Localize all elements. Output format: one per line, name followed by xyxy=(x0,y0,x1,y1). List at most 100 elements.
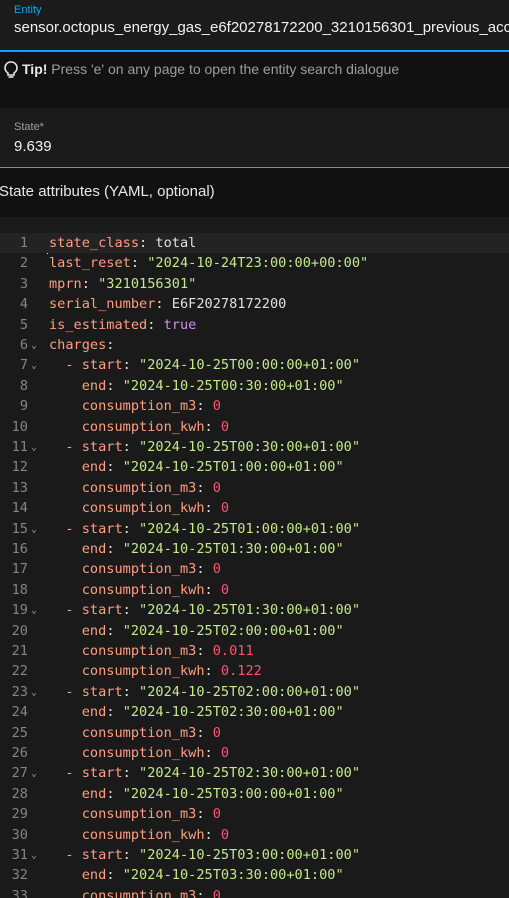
line-number: 15 xyxy=(11,520,28,537)
code-line[interactable]: 12 end: "2024-10-25T01:00:00+01:00" xyxy=(0,457,509,477)
yaml-value: E6F20278172200 xyxy=(171,296,287,313)
code-line[interactable]: 7 ⌄ - start: "2024-10-25T00:00:00+01:00" xyxy=(0,355,509,375)
yaml-key: state_class xyxy=(49,235,140,251)
yaml-editor[interactable]: 1 state_class: total 2 last_reset: "2024-10… xyxy=(0,217,509,898)
chevron-down-icon[interactable]: ⌄ xyxy=(31,438,37,458)
code-line[interactable]: 17 consumption_m3: 0 xyxy=(0,559,509,579)
code-line[interactable]: 23 ⌄ - start: "2024-10-25T02:00:00+01:00" xyxy=(0,682,509,702)
code-text: state_class: total xyxy=(49,235,197,251)
line-number: 6 xyxy=(19,337,28,353)
chevron-down-icon[interactable]: ⌄ xyxy=(31,764,37,784)
yaml-key: start xyxy=(81,683,123,700)
yaml-key: last_reset xyxy=(49,255,131,272)
entity-label: Entity xyxy=(14,4,42,16)
line-number: 32 xyxy=(11,867,28,884)
code-line[interactable]: 24 end: "2024-10-25T02:30:00+01:00" xyxy=(0,702,509,722)
line-number: 33 xyxy=(11,887,28,898)
code-line[interactable]: 2 last_reset: "2024-10-24T23:00:00+00:00" xyxy=(0,253,509,273)
entity-field[interactable]: Entity sensor.octopus_energy_gas_e6f2027… xyxy=(0,0,509,52)
yaml-key: end xyxy=(81,541,107,557)
yaml-value: "2024-10-25T01:30:00+01:00" xyxy=(139,602,361,619)
code-line[interactable]: 13 consumption_m3: 0 xyxy=(0,478,509,498)
yaml-value: "3210156301" xyxy=(98,275,197,292)
code-line[interactable]: 15 ⌄ - start: "2024-10-25T01:00:00+01:00" xyxy=(0,519,509,539)
yaml-value: 0 xyxy=(212,398,221,415)
yaml-value: 0.011 xyxy=(212,643,254,659)
chevron-down-icon[interactable]: ⌄ xyxy=(31,846,37,866)
yaml-key: consumption_kwh xyxy=(81,581,205,598)
code-line[interactable]: 8 end: "2024-10-25T00:30:00+01:00" xyxy=(0,376,509,396)
yaml-key: consumption_kwh xyxy=(81,745,205,761)
yaml-value: 0.122 xyxy=(220,663,262,680)
code-line[interactable]: 10 consumption_kwh: 0 xyxy=(0,417,509,437)
code-line[interactable]: 11 ⌄ - start: "2024-10-25T00:30:00+01:00" xyxy=(0,437,509,457)
code-text: consumption_m3: 0 xyxy=(81,561,221,578)
yaml-key: consumption_m3 xyxy=(81,398,197,415)
code-text: consumption_kwh: 0 xyxy=(81,826,230,843)
state-field[interactable]: State* 9.639 xyxy=(0,108,509,168)
code-line[interactable]: 28 end: "2024-10-25T03:00:00+01:00" xyxy=(0,784,509,804)
code-line[interactable]: 4 serial_number: E6F20278172200 xyxy=(0,294,509,314)
code-line[interactable]: 3 mprn: "3210156301" xyxy=(0,274,509,294)
yaml-value: "2024-10-25T01:00:00+01:00" xyxy=(139,520,361,537)
chevron-down-icon[interactable]: ⌄ xyxy=(31,520,37,540)
code-text: is_estimated: true xyxy=(49,316,197,333)
chevron-down-icon[interactable]: ⌄ xyxy=(31,356,37,376)
yaml-value: "2024-10-25T03:00:00+01:00" xyxy=(122,785,344,802)
code-line[interactable]: 6 ⌄ charges: xyxy=(0,335,509,355)
yaml-key: start xyxy=(81,439,123,455)
yaml-key: consumption_kwh xyxy=(81,663,205,680)
entity-value[interactable]: sensor.octopus_energy_gas_e6f20278172200… xyxy=(14,19,509,36)
code-line[interactable]: 25 consumption_m3: 0 xyxy=(0,723,509,743)
code-line[interactable]: 32 end: "2024-10-25T03:30:00+01:00" xyxy=(0,865,509,885)
yaml-value: "2024-10-25T02:00:00+01:00" xyxy=(139,683,361,700)
chevron-down-icon[interactable]: ⌄ xyxy=(31,336,37,356)
line-number: 25 xyxy=(11,724,28,741)
chevron-down-icon[interactable]: ⌄ xyxy=(31,601,37,621)
chevron-down-icon[interactable]: ⌄ xyxy=(31,683,37,703)
code-text: consumption_m3: 0 xyxy=(81,479,221,496)
code-line[interactable]: 19 ⌄ - start: "2024-10-25T01:30:00+01:00" xyxy=(0,600,509,620)
code-line[interactable]: 14 consumption_kwh: 0 xyxy=(0,498,509,518)
yaml-key: consumption_kwh xyxy=(81,826,205,843)
code-line[interactable]: 16 end: "2024-10-25T01:30:00+01:00" xyxy=(0,539,509,559)
code-line[interactable]: 9 consumption_m3: 0 xyxy=(0,396,509,416)
yaml-key: consumption_m3 xyxy=(81,724,197,741)
line-number: 27 xyxy=(11,765,28,782)
code-line[interactable]: 26 consumption_kwh: 0 xyxy=(0,743,509,763)
code-text: - start: "2024-10-25T00:30:00+01:00" xyxy=(65,439,361,455)
code-text: end: "2024-10-25T02:00:00+01:00" xyxy=(81,622,344,639)
yaml-key: start xyxy=(81,602,123,619)
yaml-key: consumption_m3 xyxy=(81,887,197,898)
yaml-value: 0 xyxy=(212,724,221,741)
code-line[interactable]: 31 ⌄ - start: "2024-10-25T03:00:00+01:00" xyxy=(0,845,509,865)
code-text: - start: "2024-10-25T02:30:00+01:00" xyxy=(65,765,361,782)
line-number: 1 xyxy=(19,235,28,251)
line-number: 13 xyxy=(11,479,28,496)
tip-text: Tip! Press 'e' on any page to open the e… xyxy=(22,61,399,77)
attributes-heading: State attributes (YAML, optional) xyxy=(0,183,215,200)
yaml-value: 0 xyxy=(220,500,230,517)
yaml-key: end xyxy=(81,459,107,476)
line-number: 22 xyxy=(11,663,28,680)
code-text: serial_number: E6F20278172200 xyxy=(49,296,287,313)
code-line[interactable]: 22 consumption_kwh: 0.122 xyxy=(0,661,509,681)
state-value[interactable]: 9.639 xyxy=(14,138,52,155)
line-number: 10 xyxy=(11,418,28,435)
code-line[interactable]: 21 consumption_m3: 0.011 xyxy=(0,641,509,661)
yaml-value: "2024-10-25T03:30:00+01:00" xyxy=(122,867,344,884)
code-line[interactable]: 29 consumption_m3: 0 xyxy=(0,804,509,824)
line-number: 12 xyxy=(11,459,28,476)
code-line[interactable]: 30 consumption_kwh: 0 xyxy=(0,825,509,845)
code-line[interactable]: 18 consumption_kwh: 0 xyxy=(0,580,509,600)
line-number: 26 xyxy=(11,745,28,761)
line-number: 14 xyxy=(11,500,28,517)
code-line[interactable]: 1 state_class: total xyxy=(0,233,509,254)
code-line[interactable]: 33 consumption_m3: 0 xyxy=(0,886,509,898)
yaml-value: 0 xyxy=(220,745,230,761)
yaml-key: end xyxy=(81,377,107,394)
code-line[interactable]: 27 ⌄ - start: "2024-10-25T02:30:00+01:00" xyxy=(0,763,509,783)
code-line[interactable]: 20 end: "2024-10-25T02:00:00+01:00" xyxy=(0,621,509,641)
line-number: 20 xyxy=(11,622,28,639)
code-line[interactable]: 5 is_estimated: true xyxy=(0,315,509,335)
